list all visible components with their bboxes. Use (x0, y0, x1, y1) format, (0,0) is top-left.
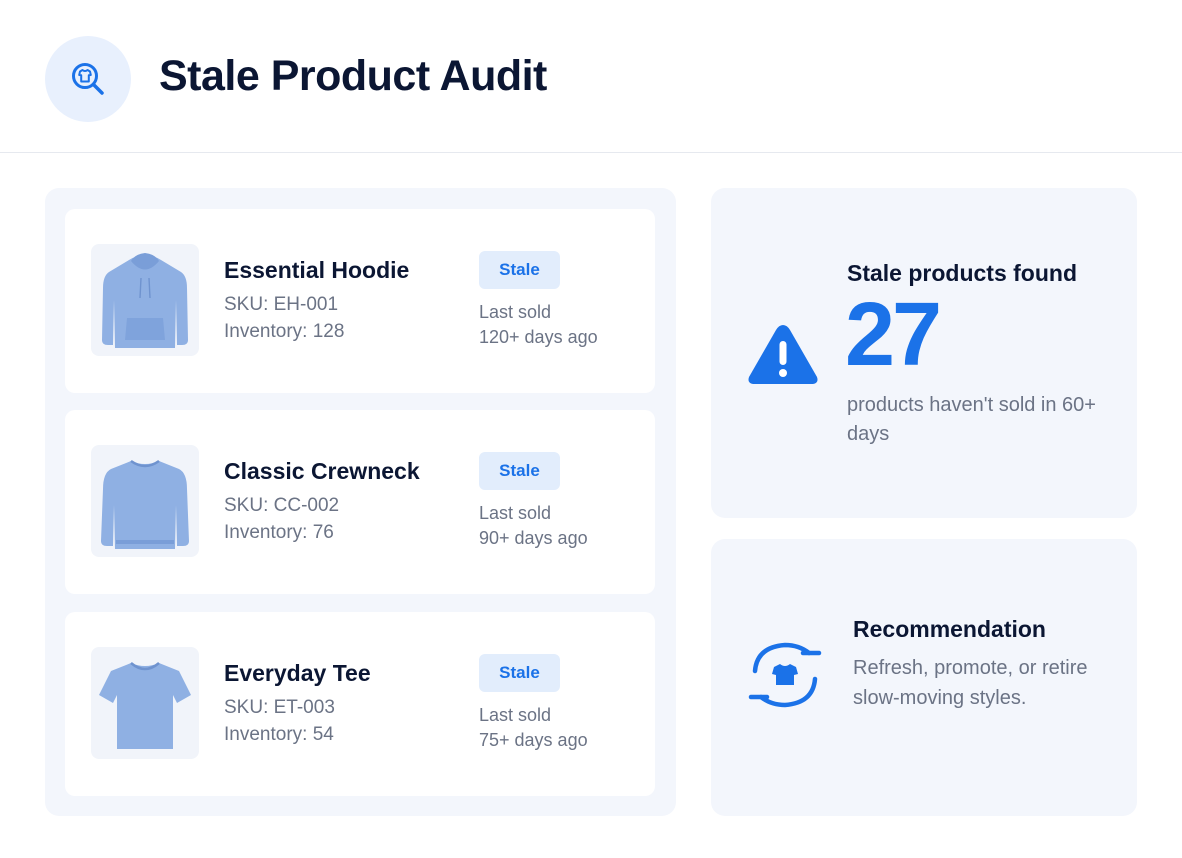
search-shirt-icon (45, 36, 131, 122)
product-sku: SKU: ET-003 (224, 697, 335, 718)
product-sku: SKU: CC-002 (224, 495, 340, 516)
last-sold-label: Last sold (479, 302, 552, 322)
hoodie-image (91, 244, 199, 356)
product-inventory: Inventory: 54 (224, 724, 334, 745)
product-name: Essential Hoodie (224, 257, 410, 283)
page-header: Stale Product Audit (0, 0, 1182, 153)
product-sku: SKU: EH-001 (224, 294, 339, 315)
stat-title: Stale products found (847, 260, 1077, 286)
stat-caption: products haven't sold in 60+ days (847, 394, 1096, 445)
last-sold-value: 75+ days ago (479, 730, 588, 750)
status-badge: Stale (479, 452, 560, 490)
product-name: Everyday Tee (224, 660, 371, 686)
warning-icon (746, 321, 820, 392)
last-sold-label: Last sold (479, 503, 552, 523)
recommendation-panel: Recommendation Refresh, promote, or reti… (711, 539, 1137, 816)
stale-product-list: Essential Hoodie SKU: EH-001 Inventory: … (45, 188, 676, 816)
tee-image (91, 647, 199, 759)
recommendation-title: Recommendation (853, 616, 1046, 642)
product-card[interactable]: Everyday Tee SKU: ET-003 Inventory: 54 S… (65, 612, 655, 796)
product-inventory: Inventory: 76 (224, 522, 334, 543)
recommendation-text: Refresh, promote, or retire slow-moving … (853, 657, 1088, 709)
stale-count-panel: Stale products found 27 products haven't… (711, 188, 1137, 518)
crewneck-image (91, 445, 199, 557)
product-card[interactable]: Essential Hoodie SKU: EH-001 Inventory: … (65, 209, 655, 393)
page-title: Stale Product Audit (159, 52, 547, 100)
last-sold-value: 90+ days ago (479, 528, 588, 548)
status-badge: Stale (479, 654, 560, 692)
refresh-shirt-icon (747, 637, 823, 718)
product-inventory: Inventory: 128 (224, 321, 345, 342)
product-name: Classic Crewneck (224, 458, 420, 484)
status-badge: Stale (479, 251, 560, 289)
last-sold-label: Last sold (479, 705, 552, 725)
stale-count: 27 (845, 285, 942, 385)
product-card[interactable]: Classic Crewneck SKU: CC-002 Inventory: … (65, 410, 655, 594)
last-sold-value: 120+ days ago (479, 327, 598, 347)
